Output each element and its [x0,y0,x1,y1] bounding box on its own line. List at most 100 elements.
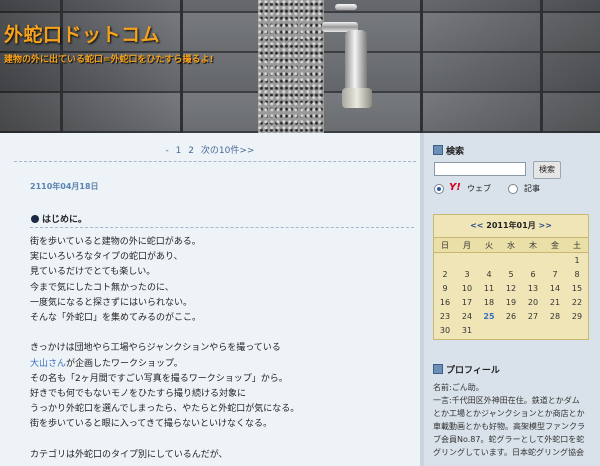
calendar-prev-link[interactable]: << [470,221,483,230]
calendar-day: 6 [530,269,536,279]
divider [14,161,416,162]
calendar-week-row: 9 10 11 12 13 14 15 [434,281,588,295]
post-line: その名も「2ヶ月間ですごい写真を撮るワークショップ」から。 [30,373,288,384]
calendar-month-label: 2011年01月 [486,221,536,230]
calendar-day: 31 [461,325,473,335]
calendar-week-row: 30 31 [434,323,588,337]
post-date: 2110年04月18日 [30,182,99,191]
sidebar-border [420,133,424,466]
post-line-rest: が企画したワークショップ。 [66,358,183,369]
profile-line: グリングしています。日本蛇グリング協会 [433,448,584,457]
post-link-line: 大山さんが企画したワークショップ。 [30,357,299,372]
post-line [30,432,299,447]
post-line: 街を歩いていると眼に入ってきて撮らないといけなくなる。 [30,419,273,430]
calendar-day: 1 [574,255,580,265]
pager-dash: - [165,146,169,156]
sidebar: 検索 検索 Y! ウェブ 記事 << 2011年01月 >> 日月火水木金土12… [420,133,600,466]
post-line: 見ているだけでとても楽しい。 [30,267,156,278]
calendar-weekday: 日 [434,237,456,253]
calendar-empty-cell [544,253,566,268]
calendar-day: 7 [552,269,558,279]
pager-page-1[interactable]: 1 [176,146,182,156]
bullet-icon [31,215,39,223]
faucet-handle-image [335,4,357,10]
calendar-day: 30 [439,325,451,335]
search-button[interactable]: 検索 [533,161,561,179]
calendar-empty-cell [456,253,478,268]
wall-joint [540,0,543,133]
calendar-day: 23 [439,311,451,321]
calendar-day: 28 [549,311,561,321]
calendar-day: 11 [483,283,495,293]
square-bullet-icon [433,364,443,374]
calendar-day: 5 [508,269,514,279]
post-line: 一度気になると探さずにはいられない。 [30,297,193,308]
calendar-week-row: 23 24 25 26 27 28 29 [434,309,588,323]
post-line: 今まで気にしたコト無かったのに、 [30,282,174,293]
calendar-day: 29 [571,311,583,321]
calendar-day: 2 [442,269,448,279]
radio-web[interactable] [434,184,444,194]
calendar-day: 15 [571,283,583,293]
calendar-day: 17 [461,297,473,307]
calendar: << 2011年01月 >> 日月火水木金土 1 2 3 4 5 6 7 8 9 10 11 12 13 1… [433,214,589,340]
calendar-grid: 日月火水木金土 1 2 3 4 5 6 7 8 9 10 11 12 13 14 15 16 17 18 19 20 21… [434,237,588,337]
calendar-day: 22 [571,297,583,307]
calendar-week-row: 2 3 4 5 6 7 8 [434,267,588,281]
post-line: 好きでも何でもないモノをひたすら撮り続ける対象に [30,388,247,399]
profile-line: とか工場とかジャンクションとか商店とか [433,409,585,418]
post-line: うっかり外蛇口を選んでしまったら、やたらと外蛇口が気になる。 [30,404,300,415]
search-input[interactable] [434,162,526,176]
radio-entries-label: 記事 [524,184,540,193]
calendar-empty-cell [522,253,544,268]
calendar-empty-cell [500,323,522,337]
calendar-week-row: 1 [434,253,588,268]
post-line: 街を歩いていると建物の外に蛇口がある。 [30,237,201,247]
wall-joint [180,0,183,133]
radio-entries[interactable] [508,184,518,194]
calendar-day: 14 [549,283,561,293]
post-line: 実にいろいろなタイプの蛇口があり、 [30,252,183,263]
radio-web-label: ウェブ [467,184,491,193]
calendar-empty-cell [500,253,522,268]
calendar-empty-cell [478,323,500,337]
divider [30,227,414,228]
calendar-empty-cell [566,323,588,337]
calendar-day: 13 [527,283,539,293]
calendar-day: 24 [461,311,473,321]
yahoo-logo: Y! [449,182,461,193]
calendar-day: 8 [574,269,580,279]
profile-line: 名前:ごん助。 [433,383,484,392]
calendar-day: 12 [505,283,517,293]
profile-text: 名前:ごん助。 一言:千代田区外神田在住。鉄道とかダム とか工場とかジャンクショ… [433,381,593,459]
calendar-day: 16 [439,297,451,307]
profile-line: 車載動画とかも好物。高架模型ファンクラ [433,422,585,431]
site-description: 建物の外に出ている蛇口=外蛇口をひたすら撮るよ! [4,55,214,65]
calendar-next-link[interactable]: >> [539,221,552,230]
calendar-day: 20 [527,297,539,307]
pager-page-2[interactable]: 2 [188,146,194,156]
calendar-day: 18 [483,297,495,307]
square-bullet-icon [433,145,443,155]
pager-next-link[interactable]: 次の10件>> [201,146,255,156]
calendar-empty-cell [478,253,500,268]
post-line [30,326,299,341]
calendar-header: << 2011年01月 >> [434,220,588,231]
stone-pillar-image [258,0,324,133]
faucet-nozzle-image [342,88,372,108]
profile-line: 一言:千代田区外神田在住。鉄道とかダム [433,396,580,405]
post-title-row: はじめに。 [31,212,87,225]
calendar-week-row: 16 17 18 19 20 21 22 [434,295,588,309]
site-title[interactable]: 外蛇口ドットコム [4,20,160,47]
profile-line: ブ会員No.87。蛇グラーとして外蛇口を蛇 [433,435,585,444]
post-title[interactable]: はじめに。 [42,215,87,225]
calendar-weekday: 火 [478,237,500,253]
calendar-day[interactable]: 25 [478,309,500,323]
calendar-weekday: 土 [566,237,588,253]
search-heading: 検索 [446,147,465,157]
site-header: 外蛇口ドットコム 建物の外に出ている蛇口=外蛇口をひたすら撮るよ! [0,0,600,133]
oyama-link[interactable]: 大山さん [30,359,66,369]
profile-heading-row: プロフィール [433,363,500,376]
post-line: そんな「外蛇口」を集めてみるのがここ。 [30,312,202,323]
calendar-empty-cell [434,253,456,268]
